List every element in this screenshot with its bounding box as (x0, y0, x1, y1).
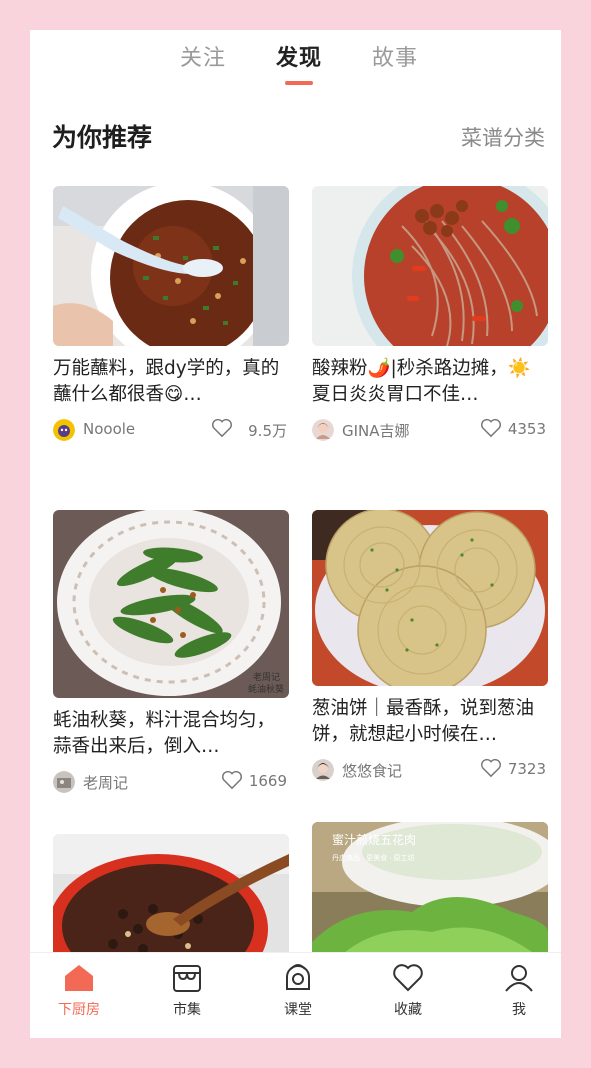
tab-me[interactable]: 我 (479, 963, 559, 1019)
watermark-line-2: 蚝油秋葵 (248, 683, 284, 694)
recipe-meta: 老周记 1669 (53, 768, 289, 798)
tab-home[interactable]: 下厨房 (39, 963, 119, 1019)
tab-follow[interactable]: 关注 (180, 40, 226, 72)
tab-market[interactable]: 市集 (147, 963, 227, 1019)
recipe-photo[interactable]: 蜜汁煎烧五花肉 丹虎商品 · 更美食 · 原工坊 (312, 822, 548, 964)
phone-screen: 关注 发现 故事 为你推荐 菜谱分类 万能蘸料，跟dy学的，真的蘸什么都很香😋…… (30, 30, 561, 1038)
recipe-card[interactable]: 老周记 蚝油秋葵 蚝油秋葵，料汁混合均匀，蒜香出来后，倒入… 老周记 1669 (53, 510, 289, 798)
like-count: 7323 (507, 760, 546, 778)
author-avatar[interactable] (53, 419, 75, 441)
like-count: 9.5万 (248, 422, 287, 440)
heart-icon[interactable] (480, 758, 502, 778)
tab-label: 课堂 (284, 1002, 312, 1018)
like-count: 4353 (507, 420, 546, 438)
recipe-meta: Nooole 9.5万 (53, 416, 289, 446)
recipe-photo[interactable] (312, 510, 548, 686)
photo-caption: 蜜汁煎烧五花肉 (332, 832, 416, 847)
recipe-card[interactable]: 万能蘸料，跟dy学的，真的蘸什么都很香😋… Nooole 9.5万 (53, 186, 289, 446)
active-tab-indicator (285, 81, 313, 85)
heart-icon[interactable] (221, 770, 243, 790)
shop-icon (173, 965, 201, 992)
recipe-meta: GINA吉娜 4353 (312, 416, 548, 446)
recipe-category-link[interactable]: 菜谱分类 (461, 122, 545, 152)
recipe-card[interactable] (53, 834, 289, 964)
heart-icon[interactable] (480, 418, 502, 438)
author-name[interactable]: 老周记 (83, 772, 128, 793)
like-count: 1669 (248, 772, 287, 790)
author-name[interactable]: 悠悠食记 (342, 760, 402, 781)
tab-favorites[interactable]: 收藏 (368, 963, 448, 1019)
recipe-meta: 悠悠食记 7323 (312, 756, 548, 786)
chef-icon (286, 964, 310, 990)
author-avatar[interactable] (312, 419, 334, 441)
author-name[interactable]: GINA吉娜 (342, 420, 410, 441)
author-avatar[interactable] (312, 759, 334, 781)
tab-stories[interactable]: 故事 (372, 40, 418, 72)
recipe-title: 葱油饼｜最香酥，说到葱油饼，就想起小时候在… (312, 698, 535, 745)
watermark-line-1: 老周记 (253, 671, 280, 682)
tab-discover[interactable]: 发现 (276, 40, 322, 72)
author-avatar[interactable] (53, 771, 75, 793)
tab-label: 我 (512, 1002, 526, 1018)
recipe-photo[interactable]: 老周记 蚝油秋葵 (53, 510, 289, 698)
tab-label: 市集 (173, 1002, 201, 1018)
top-tab-bar: 关注 发现 故事 (30, 30, 561, 90)
section-title: 为你推荐 (52, 123, 153, 152)
bottom-tab-bar: 下厨房 市集 课堂 收藏 我 (30, 952, 561, 1038)
recipe-card[interactable]: 葱油饼｜最香酥，说到葱油饼，就想起小时候在… 悠悠食记 7323 (312, 510, 548, 786)
heart-icon (393, 964, 423, 992)
photo-subcaption: 丹虎商品 · 更美食 · 原工坊 (332, 853, 414, 862)
tab-label: 下厨房 (58, 1002, 100, 1018)
tab-label: 收藏 (394, 1002, 422, 1018)
recipe-photo[interactable] (312, 186, 548, 346)
author-name[interactable]: Nooole (83, 420, 135, 438)
recipe-card[interactable]: 酸辣粉🌶️|秒杀路边摊，☀️夏日炎炎胃口不佳… GINA吉娜 4353 (312, 186, 548, 446)
recipe-card[interactable]: 蜜汁煎烧五花肉 丹虎商品 · 更美食 · 原工坊 (312, 822, 548, 964)
recipe-title: 万能蘸料，跟dy学的，真的蘸什么都很香😋… (53, 358, 280, 405)
recipe-photo[interactable] (53, 834, 289, 964)
user-icon (505, 965, 533, 992)
recipe-title: 酸辣粉🌶️|秒杀路边摊，☀️夏日炎炎胃口不佳… (312, 358, 531, 405)
heart-icon[interactable] (211, 418, 233, 438)
tab-classroom[interactable]: 课堂 (258, 963, 338, 1019)
recipe-photo[interactable] (53, 186, 289, 346)
recipe-title: 蚝油秋葵，料汁混合均匀，蒜香出来后，倒入… (53, 710, 276, 757)
home-icon (65, 965, 93, 991)
